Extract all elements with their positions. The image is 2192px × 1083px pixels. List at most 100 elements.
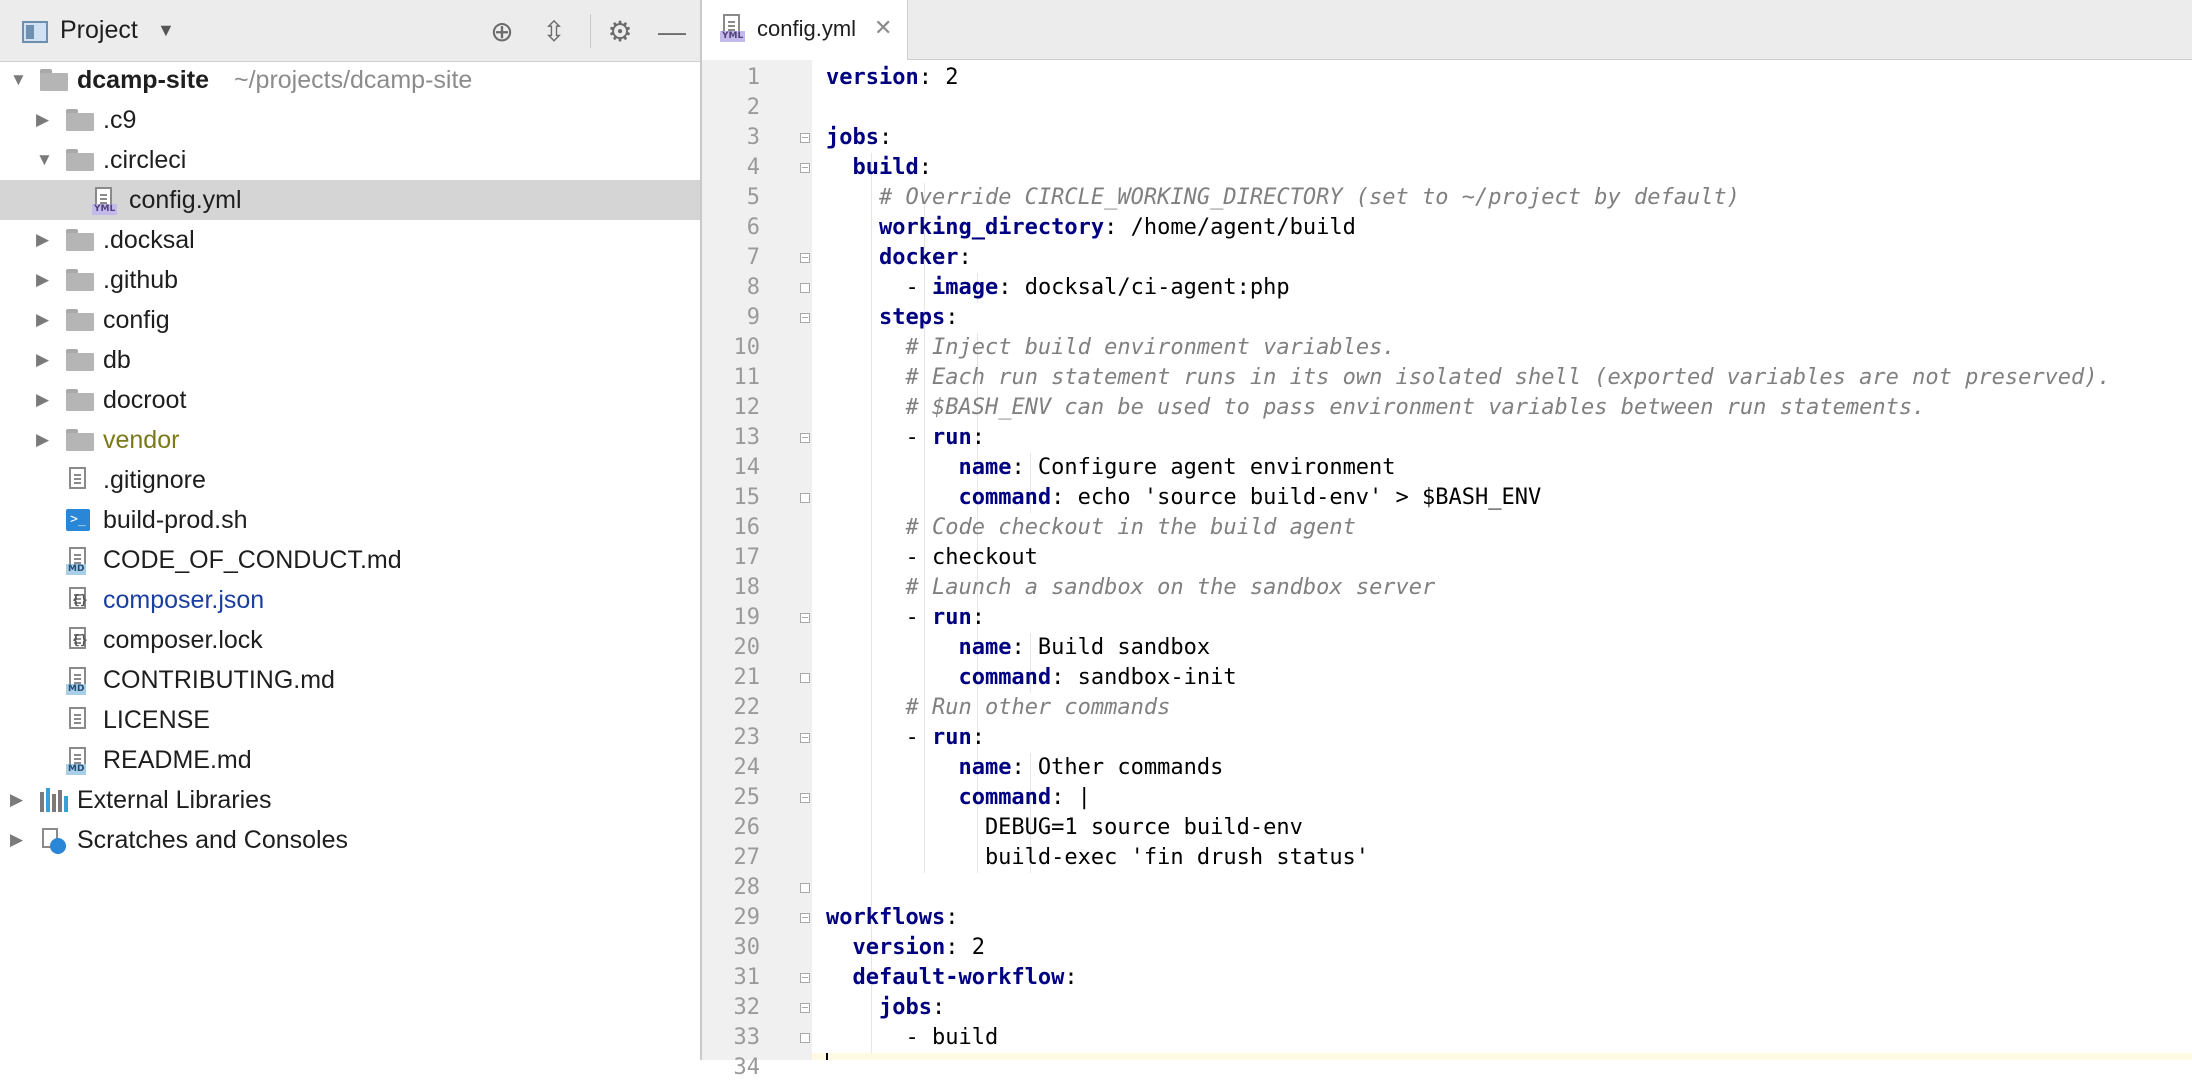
code-line[interactable]: - run: xyxy=(826,723,985,753)
collapsed-arrow-icon[interactable]: ▶ xyxy=(36,350,56,370)
tree-item-license[interactable]: LICENSE xyxy=(0,700,700,740)
yaml-text xyxy=(826,515,905,540)
collapse-all-icon[interactable]: ⇳ xyxy=(536,14,572,50)
chevron-down-icon[interactable]: ▼ xyxy=(157,20,175,41)
tree-item-contributing-md[interactable]: MD CONTRIBUTING.md xyxy=(0,660,700,700)
fold-collapse-icon[interactable] xyxy=(800,973,810,983)
yaml-text: : xyxy=(945,305,959,330)
yaml-text: - xyxy=(826,425,932,450)
collapsed-arrow-icon[interactable]: ▶ xyxy=(36,390,56,410)
collapsed-arrow-icon[interactable]: ▶ xyxy=(36,110,56,130)
code-line[interactable]: command: echo 'source build-env' > $BASH… xyxy=(826,483,1541,513)
close-icon[interactable]: ✕ xyxy=(874,15,892,41)
code-line[interactable]: command: sandbox-init xyxy=(826,663,1236,693)
md-file-icon: MD xyxy=(66,667,90,695)
fold-collapse-icon[interactable] xyxy=(800,163,810,173)
tree-item-build-prod-sh[interactable]: >_ build-prod.sh xyxy=(0,500,700,540)
line-number: 26 xyxy=(733,815,761,840)
line-number: 2 xyxy=(746,95,760,120)
gear-icon[interactable]: ⚙ xyxy=(602,14,638,50)
code-line[interactable]: command: | xyxy=(826,783,1090,813)
code-line[interactable]: # $BASH_ENV can be used to pass environm… xyxy=(826,393,1925,423)
fold-collapse-icon[interactable] xyxy=(800,733,810,743)
collapsed-arrow-icon[interactable]: ▶ xyxy=(36,230,56,250)
code-line[interactable]: jobs: xyxy=(826,123,892,153)
collapsed-arrow-icon[interactable]: ▶ xyxy=(36,430,56,450)
yaml-text xyxy=(826,635,958,660)
code-line[interactable]: # Each run statement runs in its own iso… xyxy=(826,363,2110,393)
code-line[interactable]: name: Other commands xyxy=(826,753,1223,783)
fold-end-icon[interactable] xyxy=(800,493,810,503)
code-line[interactable]: name: Build sandbox xyxy=(826,633,1210,663)
fold-collapse-icon[interactable] xyxy=(800,913,810,923)
code-line[interactable]: # Launch a sandbox on the sandbox server xyxy=(826,573,1435,603)
code-line[interactable]: - checkout xyxy=(826,543,1038,573)
tree-item-docroot[interactable]: ▶ docroot xyxy=(0,380,700,420)
fold-collapse-icon[interactable] xyxy=(800,793,810,803)
code-line[interactable]: # Run other commands xyxy=(826,693,1170,723)
code-line[interactable]: jobs: xyxy=(826,993,945,1023)
fold-collapse-icon[interactable] xyxy=(800,1003,810,1013)
fold-collapse-icon[interactable] xyxy=(800,313,810,323)
code-line[interactable]: workflows: xyxy=(826,903,958,933)
tree-item-config[interactable]: ▶ config xyxy=(0,300,700,340)
fold-end-icon[interactable] xyxy=(800,1033,810,1043)
tree-item-circleci[interactable]: ▼ .circleci xyxy=(0,140,700,180)
code-line[interactable]: docker: xyxy=(826,243,972,273)
locate-icon[interactable]: ⊕ xyxy=(484,14,520,50)
code-line[interactable]: # Inject build environment variables. xyxy=(826,333,1395,363)
line-number: 18 xyxy=(733,575,761,600)
line-number: 29 xyxy=(733,905,761,930)
tree-item-db[interactable]: ▶ db xyxy=(0,340,700,380)
tree-item-github[interactable]: ▶ .github xyxy=(0,260,700,300)
code-line[interactable]: DEBUG=1 source build-env xyxy=(826,813,1303,843)
collapsed-arrow-icon[interactable]: ▶ xyxy=(36,310,56,330)
code-line[interactable]: build-exec 'fin drush status' xyxy=(826,843,1369,873)
code-line[interactable]: - image: docksal/ci-agent:php xyxy=(826,273,1289,303)
tree-item-dcamp-site[interactable]: ▼ dcamp-site ~/projects/dcamp-site xyxy=(0,60,700,100)
code-line[interactable]: version: 2 xyxy=(826,63,958,93)
tree-item-composer-json[interactable]: {} composer.json xyxy=(0,580,700,620)
tree-item-readme-md[interactable]: MD README.md xyxy=(0,740,700,780)
project-view-selector[interactable]: Project xyxy=(60,16,138,45)
tree-item-code-of-conduct-md[interactable]: MD CODE_OF_CONDUCT.md xyxy=(0,540,700,580)
tree-item-vendor[interactable]: ▶ vendor xyxy=(0,420,700,460)
expanded-arrow-icon[interactable]: ▼ xyxy=(36,150,56,170)
code-line[interactable]: - build xyxy=(826,1023,998,1053)
code-line[interactable]: - run: xyxy=(826,603,985,633)
code-line[interactable]: name: Configure agent environment xyxy=(826,453,1395,483)
collapsed-arrow-icon[interactable]: ▶ xyxy=(10,790,30,810)
collapsed-arrow-icon[interactable]: ▶ xyxy=(10,830,30,850)
minimize-icon[interactable]: — xyxy=(654,14,690,50)
fold-collapse-icon[interactable] xyxy=(800,133,810,143)
tree-item-config-yml[interactable]: YML config.yml xyxy=(0,180,700,220)
code-line[interactable]: version: 2 xyxy=(826,933,985,963)
tree-item-external-libraries[interactable]: ▶ External Libraries xyxy=(0,780,700,820)
tree-item-scratches-and-consoles[interactable]: ▶ Scratches and Consoles xyxy=(0,820,700,860)
line-number-gutter[interactable]: 1 2 3 4 5 6 7 8 9 10 11 12 13 14 15 16 17 18 19 20 21 22 23 24 2… xyxy=(702,60,812,1080)
code-editor[interactable]: version: 2 jobs: build: # Override CIRCLE… xyxy=(812,60,2192,1060)
fold-end-icon[interactable] xyxy=(800,883,810,893)
fold-collapse-icon[interactable] xyxy=(800,613,810,623)
fold-collapse-icon[interactable] xyxy=(800,253,810,263)
tree-item-c9[interactable]: ▶ .c9 xyxy=(0,100,700,140)
collapsed-arrow-icon[interactable]: ▶ xyxy=(36,270,56,290)
code-line[interactable]: # Override CIRCLE_WORKING_DIRECTORY (set… xyxy=(826,183,1740,213)
code-line[interactable]: build: xyxy=(826,153,932,183)
yaml-text: - checkout xyxy=(826,545,1038,570)
fold-end-icon[interactable] xyxy=(800,673,810,683)
code-line[interactable]: - run: xyxy=(826,423,985,453)
json-file-icon: {} xyxy=(66,627,90,655)
code-line[interactable]: # Code checkout in the build agent xyxy=(826,513,1355,543)
code-line[interactable]: steps: xyxy=(826,303,958,333)
tree-item-composer-lock[interactable]: {} composer.lock xyxy=(0,620,700,660)
fold-end-icon[interactable] xyxy=(800,283,810,293)
code-line[interactable]: working_directory: /home/agent/build xyxy=(826,213,1356,243)
tree-item-docksal[interactable]: ▶ .docksal xyxy=(0,220,700,260)
tree-item-gitignore[interactable]: .gitignore xyxy=(0,460,700,500)
expanded-arrow-icon[interactable]: ▼ xyxy=(10,70,30,90)
yaml-text xyxy=(826,785,958,810)
fold-collapse-icon[interactable] xyxy=(800,433,810,443)
tab-config-yml[interactable]: YML config.yml ✕ xyxy=(702,0,908,60)
code-line[interactable]: default-workflow: xyxy=(826,963,1078,993)
